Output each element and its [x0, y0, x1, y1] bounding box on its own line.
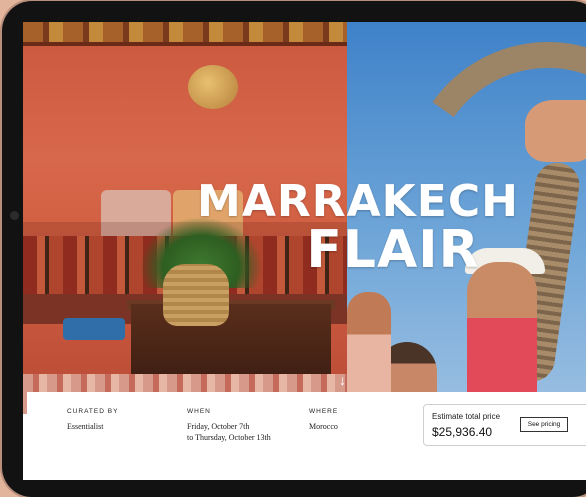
wall-lamp: [188, 65, 238, 109]
when-label: WHEN: [187, 408, 211, 415]
price-estimate-box: Estimate total price $25,936.40 See pric…: [423, 404, 586, 446]
hand: [525, 100, 586, 162]
where-field: WHERE Morocco: [309, 408, 338, 432]
hero-title-line2: FLAIR: [306, 220, 480, 280]
wooden-table: [131, 304, 331, 384]
hero-banner: MARRAKECH FLAIR ↓: [23, 22, 586, 414]
hero-title-line1: MARRAKECH: [197, 176, 519, 227]
booking-bar: CURATED BY Essentialist WHEN Friday, Oct…: [27, 392, 586, 458]
price-label: Estimate total price: [432, 412, 501, 421]
curated-by-label: CURATED BY: [67, 408, 119, 415]
front-camera: [10, 211, 19, 220]
frieze-trim: [23, 42, 347, 46]
scroll-down-icon[interactable]: ↓: [339, 372, 346, 388]
where-value: Morocco: [309, 422, 338, 431]
painted-frieze: [23, 22, 347, 42]
curated-by-value: Essentialist: [67, 422, 104, 431]
when-field: WHEN Friday, October 7th to Thursday, Oc…: [187, 408, 271, 443]
price-value: $25,936.40: [432, 425, 493, 439]
hero-title: MARRAKECH FLAIR: [193, 176, 523, 280]
where-label: WHERE: [309, 408, 339, 415]
blue-stool: [63, 318, 125, 340]
curated-by-field: CURATED BY Essentialist: [67, 408, 118, 432]
when-end: to Thursday, October 13th: [187, 433, 271, 442]
see-pricing-button[interactable]: See pricing: [520, 417, 568, 432]
person-red-shirt: [467, 262, 537, 402]
when-start: Friday, October 7th: [187, 422, 250, 431]
